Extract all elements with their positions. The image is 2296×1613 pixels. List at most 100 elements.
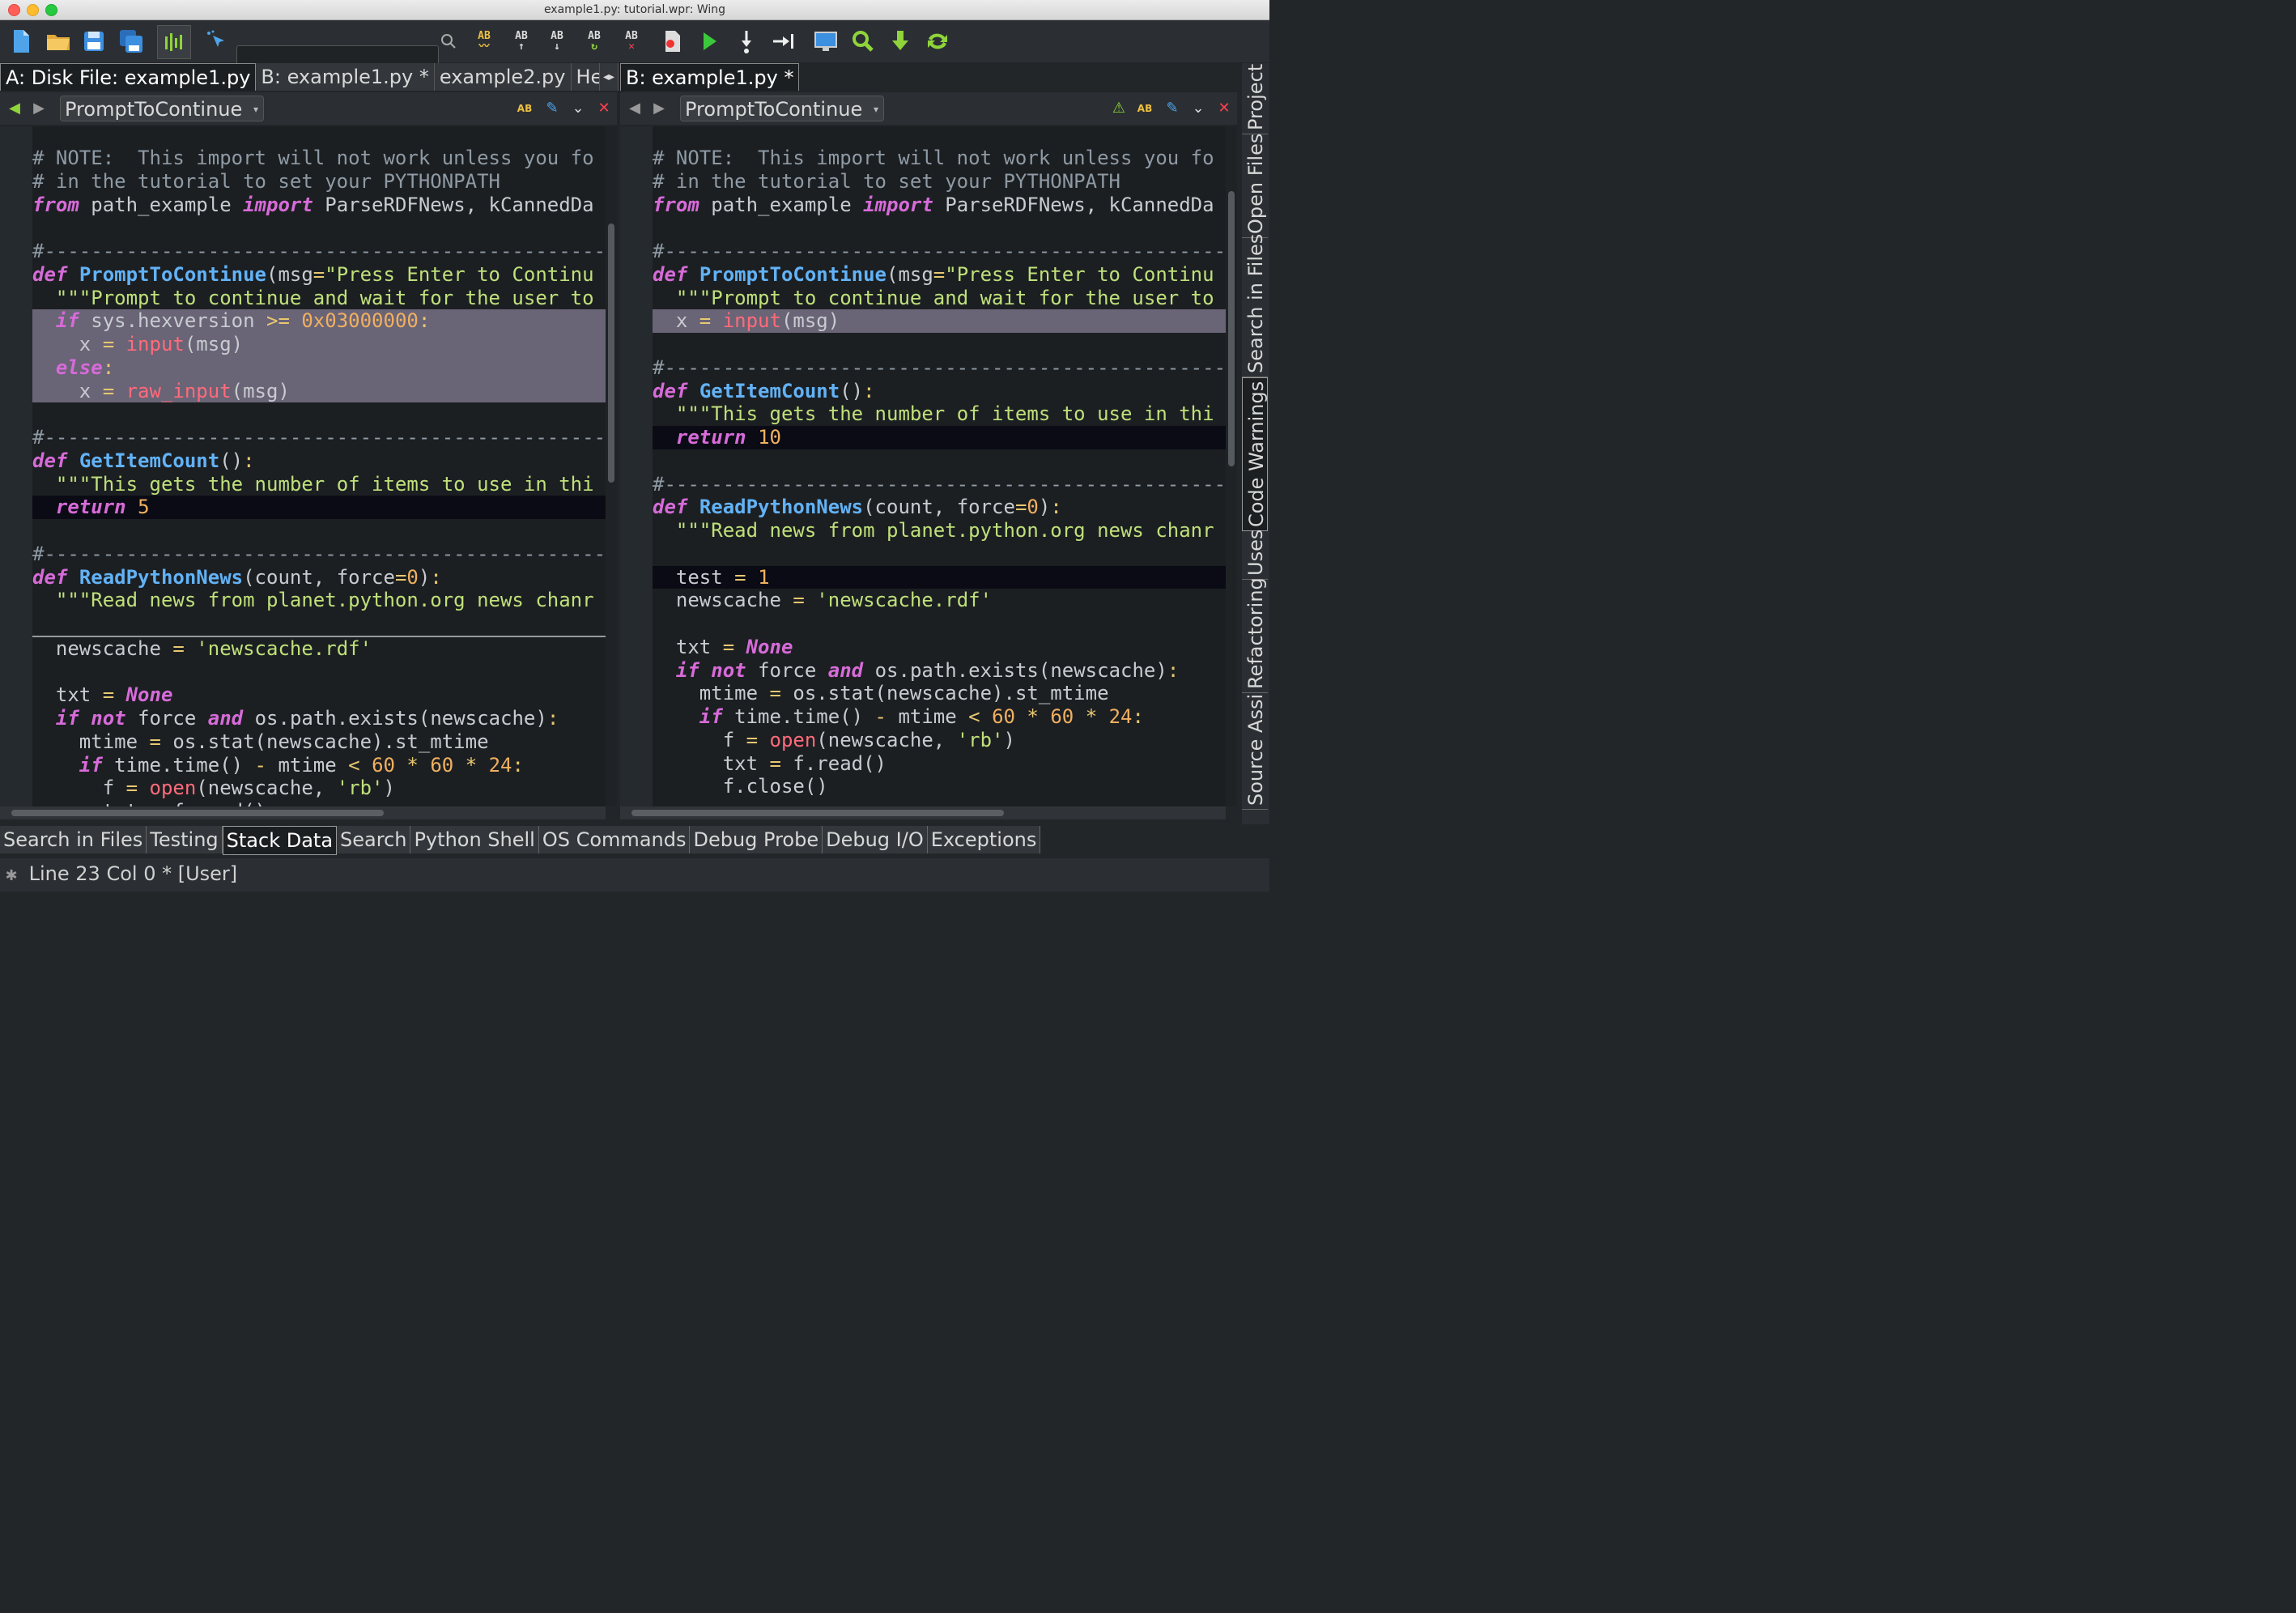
tab-debug-io[interactable]: Debug I/O: [823, 826, 928, 853]
code-line[interactable]: """Read news from planet.python.org news…: [32, 589, 606, 612]
right-fold-gutter[interactable]: [620, 126, 653, 806]
step-out-icon[interactable]: [767, 25, 800, 57]
code-line[interactable]: from path_example import ParseRDFNews, k…: [653, 194, 1226, 217]
code-line[interactable]: [32, 519, 606, 543]
clear-icon[interactable]: AB ✕: [615, 25, 648, 57]
tab-left-example1[interactable]: B: example1.py *: [256, 63, 435, 91]
find-up-icon[interactable]: AB ↑: [505, 25, 538, 57]
code-line[interactable]: f = open(newscache, 'rb'): [653, 729, 1226, 752]
code-line[interactable]: f = open(newscache, 'rb'): [32, 777, 606, 800]
code-line[interactable]: txt = f.read(): [653, 752, 1226, 776]
scroll-thumb[interactable]: [11, 810, 384, 816]
code-line[interactable]: # in the tutorial to set your PYTHONPATH: [32, 170, 606, 194]
code-line[interactable]: [653, 216, 1226, 240]
left-code-area[interactable]: # NOTE: This import will not work unless…: [32, 147, 606, 806]
code-line[interactable]: if time.time() - mtime < 60 * 60 * 24:▽: [32, 754, 606, 777]
tab-python-shell[interactable]: Python Shell: [410, 826, 539, 853]
side-tab-uses[interactable]: Uses: [1242, 530, 1268, 580]
right-vertical-scrollbar[interactable]: [1226, 126, 1237, 806]
spell-icon[interactable]: AB: [1135, 99, 1154, 118]
code-line[interactable]: return 5: [32, 496, 606, 519]
right-horizontal-scrollbar[interactable]: [620, 806, 1226, 819]
tab-search[interactable]: Search: [337, 826, 411, 853]
code-line[interactable]: """Prompt to continue and wait for the u…: [32, 287, 606, 310]
code-line[interactable]: test = 1: [653, 565, 1226, 589]
code-line[interactable]: # in the tutorial to set your PYTHONPATH: [653, 170, 1226, 194]
tab-right-example1[interactable]: B: example1.py *: [620, 63, 800, 91]
find-down-icon[interactable]: AB ↓: [541, 25, 573, 57]
side-tab-search-in-files[interactable]: Search in Files: [1242, 234, 1268, 377]
code-line[interactable]: [653, 543, 1226, 566]
code-line[interactable]: x = input(msg): [653, 309, 1226, 333]
left-scope-dropdown[interactable]: PromptToContinue ▾: [60, 96, 264, 121]
side-tab-refactoring[interactable]: Refactoring: [1242, 577, 1268, 693]
code-line[interactable]: """Prompt to continue and wait for the u…: [653, 287, 1226, 310]
code-line[interactable]: [653, 333, 1226, 356]
tab-testing[interactable]: Testing: [147, 826, 223, 853]
code-line[interactable]: #---------------------------------------…: [32, 240, 606, 263]
code-line[interactable]: if sys.hexversion >= 0x03000000:▽: [32, 309, 606, 333]
spell-check-icon[interactable]: AB 〰: [468, 25, 500, 57]
open-folder-icon[interactable]: [42, 25, 74, 57]
left-horizontal-scrollbar[interactable]: [0, 806, 606, 819]
code-line[interactable]: newscache = 'newscache.rdf': [32, 635, 606, 661]
side-tab-project[interactable]: Project: [1242, 63, 1268, 134]
new-file-icon[interactable]: [5, 25, 37, 57]
code-line[interactable]: [32, 661, 606, 684]
code-line[interactable]: txt = None: [653, 636, 1226, 659]
code-line[interactable]: else:▽: [32, 355, 606, 380]
code-line[interactable]: x = raw_input(msg): [32, 379, 606, 403]
debug-monitor-icon[interactable]: [810, 25, 842, 57]
side-tab-open-files[interactable]: Open Files: [1242, 134, 1268, 238]
code-line[interactable]: #---------------------------------------…: [32, 543, 606, 566]
tab-left-help[interactable]: Help: [571, 63, 600, 91]
options-chevron-icon[interactable]: ⌄: [1188, 99, 1208, 118]
code-line[interactable]: f.close(): [653, 775, 1226, 798]
code-line[interactable]: """This gets the number of items to use …: [32, 473, 606, 496]
left-vertical-scrollbar[interactable]: [606, 126, 617, 806]
back-arrow-icon[interactable]: ◀: [5, 99, 24, 118]
left-fold-gutter[interactable]: [0, 126, 32, 806]
code-line[interactable]: #---------------------------------------…: [653, 473, 1226, 496]
code-line[interactable]: return 10: [653, 426, 1226, 449]
code-line[interactable]: # NOTE: This import will not work unless…: [653, 147, 1226, 170]
code-line[interactable]: if not force and os.path.exists(newscach…: [653, 659, 1226, 683]
tab-os-commands[interactable]: OS Commands: [538, 826, 691, 853]
search-icon[interactable]: [434, 25, 463, 57]
run-icon[interactable]: [693, 25, 725, 57]
code-line[interactable]: def GetItemCount():▽: [32, 449, 606, 473]
step-into-icon[interactable]: [730, 25, 763, 57]
scroll-thumb[interactable]: [1228, 191, 1235, 466]
zoom-icon[interactable]: [847, 25, 879, 57]
indent-icon[interactable]: [157, 25, 191, 59]
code-line[interactable]: [32, 612, 606, 636]
pin-icon[interactable]: ✎: [542, 99, 562, 118]
code-line[interactable]: #---------------------------------------…: [653, 240, 1226, 263]
right-scope-dropdown[interactable]: PromptToContinue ▾: [680, 96, 884, 121]
code-line[interactable]: def ReadPythonNews(count, force=0):▽: [32, 566, 606, 589]
side-tab-code-warnings[interactable]: Code Warnings: [1242, 377, 1268, 531]
pointer-icon[interactable]: [201, 25, 233, 57]
close-editor-icon[interactable]: ✕: [594, 99, 614, 118]
code-line[interactable]: [653, 612, 1226, 636]
replace-icon[interactable]: AB ↻: [578, 25, 610, 57]
code-line[interactable]: if time.time() - mtime < 60 * 60 * 24:▽: [653, 705, 1226, 729]
tab-exceptions[interactable]: Exceptions: [927, 826, 1041, 853]
code-line[interactable]: #---------------------------------------…: [32, 426, 606, 449]
save-all-icon[interactable]: [115, 25, 147, 57]
tab-stack-data[interactable]: Stack Data: [222, 826, 338, 855]
code-line[interactable]: def PromptToContinue(msg="Press Enter to…: [32, 263, 606, 287]
code-line[interactable]: def GetItemCount():▽: [653, 380, 1226, 403]
tab-left-example2[interactable]: example2.py: [434, 63, 572, 91]
code-line[interactable]: [653, 449, 1226, 473]
right-code-editor[interactable]: # NOTE: This import will not work unless…: [620, 126, 1237, 806]
code-line[interactable]: if not force and os.path.exists(newscach…: [32, 707, 606, 730]
options-chevron-icon[interactable]: ⌄: [568, 99, 588, 118]
code-line[interactable]: [32, 402, 606, 426]
code-line[interactable]: """This gets the number of items to use …: [653, 402, 1226, 426]
close-editor-icon[interactable]: ✕: [1214, 99, 1234, 118]
code-line[interactable]: mtime = os.stat(newscache).st_mtime: [653, 682, 1226, 705]
save-icon[interactable]: [78, 25, 110, 57]
refresh-icon[interactable]: [921, 25, 954, 57]
forward-arrow-icon[interactable]: ▶: [29, 99, 49, 118]
